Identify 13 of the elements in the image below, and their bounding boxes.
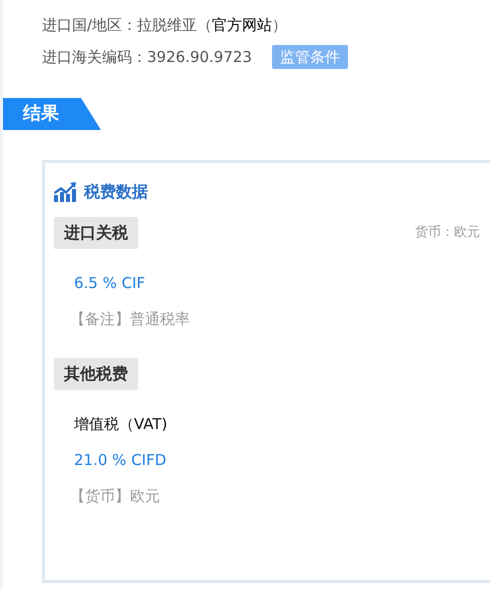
hs-code-text: 进口海关编码：3926.90.9723: [42, 46, 252, 68]
section-header: 进口关税: [54, 217, 138, 249]
rate-text: 21.0 % CIFD: [73, 450, 168, 470]
website-link[interactable]: 官方网站: [212, 16, 272, 34]
note-text: 【备注】普通税率: [69, 309, 191, 329]
note-text: 【货币】欧元: [69, 486, 161, 506]
country-text: 进口国/地区：拉脱维亚（官方网站）: [42, 14, 288, 36]
tax-name: 增值税（VAT): [73, 414, 168, 434]
rate-text: 6.5 % CIF: [73, 273, 146, 293]
currency-text: 货币：欧元: [415, 224, 480, 242]
card-title: 税费数据: [84, 181, 148, 203]
section-header: 其他税费: [54, 358, 138, 390]
chart-trend-icon: [54, 182, 76, 202]
